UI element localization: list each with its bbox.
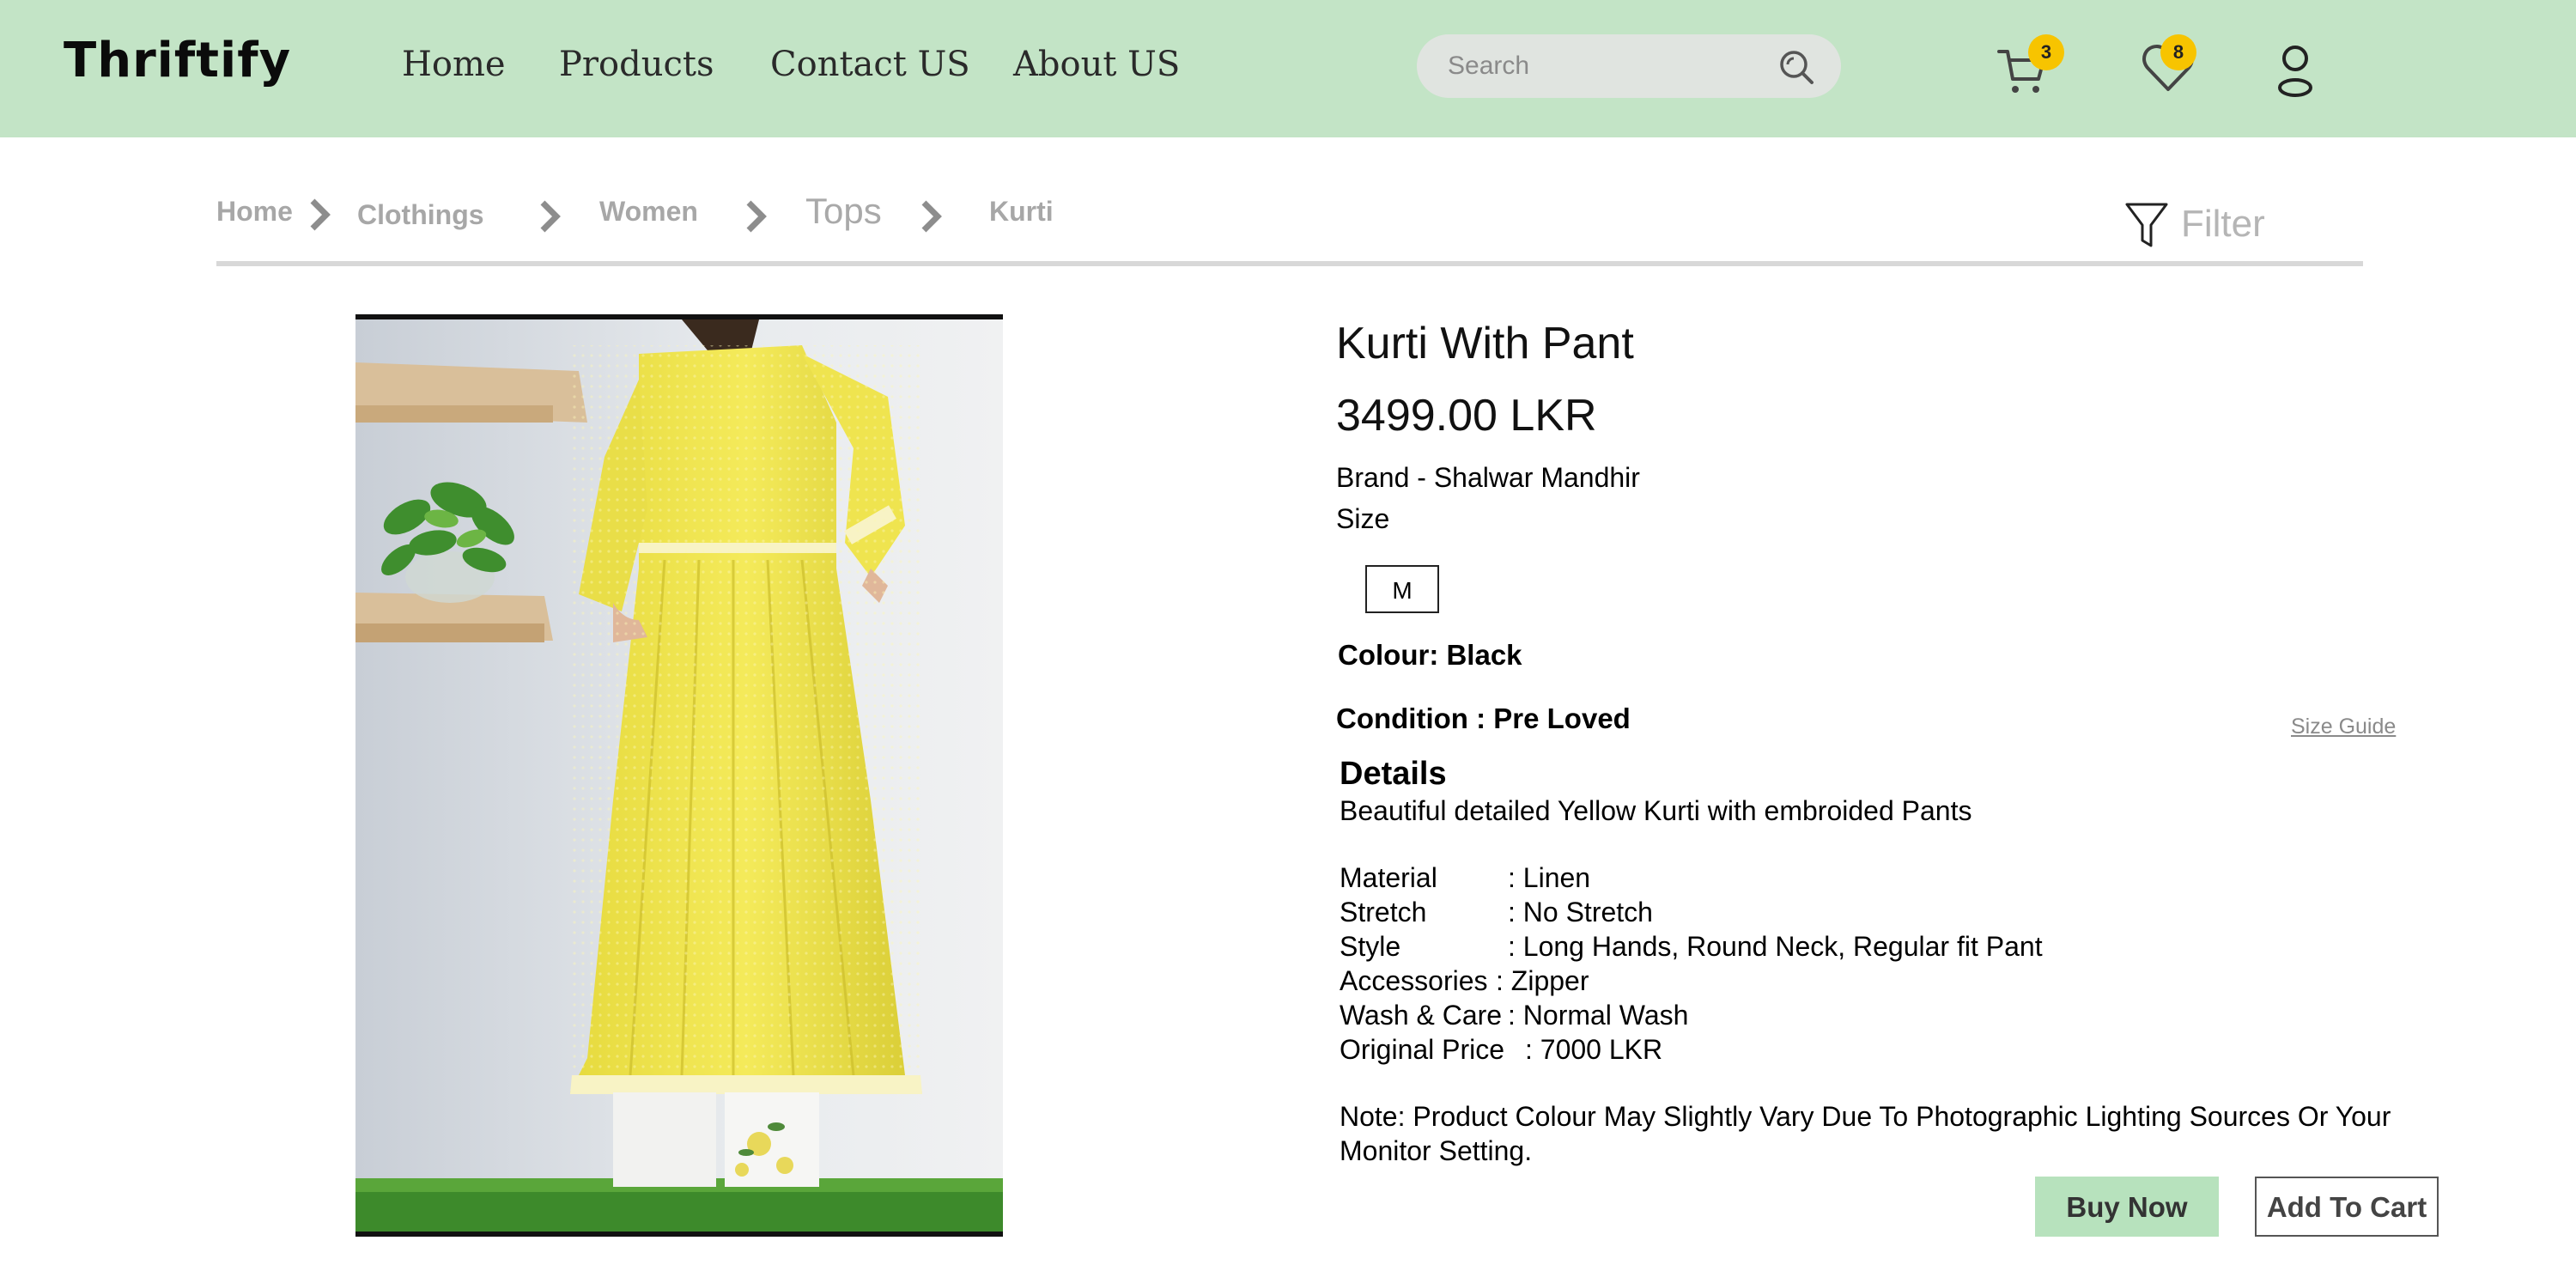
breadcrumb-kurti[interactable]: Kurti [989, 196, 1054, 228]
search-icon[interactable] [1777, 48, 1815, 86]
filter-icon[interactable] [2124, 201, 2169, 251]
spec-value: : Zipper [1496, 965, 1589, 996]
add-to-cart-button[interactable]: Add To Cart [2255, 1177, 2439, 1237]
product-photo [355, 319, 1003, 1232]
nav-contact[interactable]: Contact US [770, 45, 970, 84]
product-image[interactable] [355, 314, 1003, 1237]
search-bar [1417, 34, 1841, 98]
cart-count-badge: 3 [2028, 34, 2064, 70]
spec-value: : Linen [1508, 862, 1591, 893]
spec-value: : Long Hands, Round Neck, Regular fit Pa… [1508, 931, 2043, 962]
spec-value: : No Stretch [1508, 897, 1653, 927]
size-option-m[interactable]: M [1365, 565, 1439, 613]
wishlist-button[interactable]: 8 [2138, 34, 2198, 103]
site-logo[interactable]: Thriftify [64, 33, 291, 88]
spec-key: Material [1340, 862, 1437, 893]
breadcrumb-home[interactable]: Home [216, 196, 293, 228]
buy-now-button[interactable]: Buy Now [2035, 1177, 2219, 1237]
spec-key: Original Price [1340, 1034, 1505, 1065]
product-condition: Condition : Pre Loved [1336, 702, 1631, 734]
chevron-right-icon [310, 198, 331, 231]
cart-button[interactable]: 3 [1994, 34, 2064, 103]
spec-key: Style [1340, 931, 1401, 962]
size-label: Size [1336, 503, 1390, 534]
size-guide-link[interactable]: Size Guide [2291, 715, 2396, 739]
breadcrumb-women[interactable]: Women [599, 196, 698, 228]
chevron-right-icon [540, 200, 561, 233]
spec-value: : 7000 LKR [1525, 1034, 1663, 1065]
nav-about[interactable]: About US [1013, 45, 1180, 84]
breadcrumb-tops[interactable]: Tops [805, 191, 882, 232]
user-icon [2278, 46, 2312, 97]
breadcrumb-divider [216, 261, 2363, 266]
details-description: Beautiful detailed Yellow Kurti with emb… [1340, 795, 1972, 826]
spec-key: Wash & Care [1340, 1000, 1503, 1031]
chevron-right-icon [921, 200, 942, 233]
filter-button[interactable]: Filter [2181, 203, 2265, 246]
spec-value: : Normal Wash [1508, 1000, 1689, 1031]
search-input[interactable] [1446, 46, 1776, 86]
top-header: Thriftify Home Products Contact US About… [0, 0, 2576, 137]
chevron-right-icon [746, 200, 767, 233]
wishlist-count-badge: 8 [2160, 34, 2196, 70]
product-title: Kurti With Pant [1336, 319, 1634, 368]
account-button[interactable] [2265, 34, 2325, 103]
nav-home[interactable]: Home [402, 45, 506, 84]
colour-note: Note: Product Colour May Slightly Vary D… [1340, 1101, 2391, 1166]
spec-key: Stretch [1340, 897, 1427, 927]
product-brand: Brand - Shalwar Mandhir [1336, 462, 1640, 493]
nav-products[interactable]: Products [559, 45, 714, 84]
details-heading: Details [1340, 756, 1447, 792]
spec-key: Accessories [1340, 965, 1488, 996]
product-price: 3499.00 LKR [1336, 391, 1597, 441]
product-colour: Colour: Black [1338, 639, 1522, 671]
breadcrumb-clothings[interactable]: Clothings [357, 199, 484, 231]
